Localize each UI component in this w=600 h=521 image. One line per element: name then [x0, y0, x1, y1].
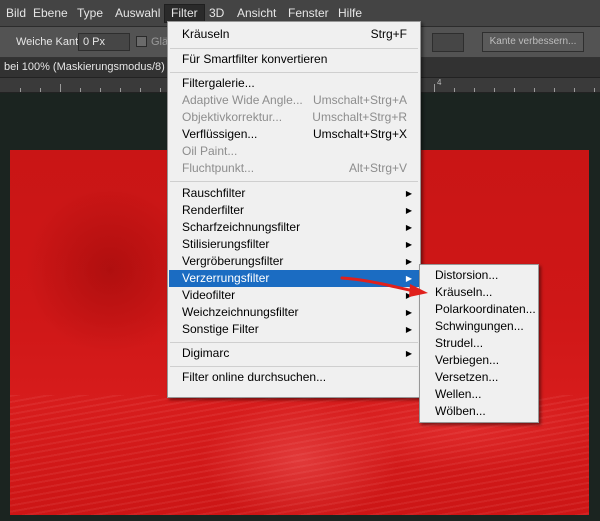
menu-item-label: Weichzeichnungsfilter [182, 305, 299, 319]
menu-item-label: Vergröberungsfilter [182, 254, 284, 268]
feather-input[interactable]: 0 Px [78, 33, 130, 51]
menu-type[interactable]: Type [71, 5, 109, 22]
menu-item-scharfzeichnungsfilter[interactable]: Scharfzeichnungsfilter ▶ [169, 219, 419, 236]
menu-item-vergroeberungsfilter[interactable]: Vergröberungsfilter ▶ [169, 253, 419, 270]
menu-item-label: Scharfzeichnungsfilter [182, 220, 301, 234]
submenu-arrow-icon: ▶ [405, 206, 412, 215]
menu-item-oil-paint[interactable]: Oil Paint... [169, 143, 419, 160]
ruler-number: 4 [437, 78, 442, 87]
menu-fenster[interactable]: Fenster [282, 5, 335, 22]
submenu-arrow-icon: ▶ [405, 325, 412, 334]
menu-item-weichzeichnungsfilter[interactable]: Weichzeichnungsfilter ▶ [169, 304, 419, 321]
submenu-item-distorsion[interactable]: Distorsion... [421, 267, 537, 284]
annotation-arrow-icon [340, 276, 428, 297]
menu-item-filter-online[interactable]: Filter online durchsuchen... [169, 369, 419, 386]
menu-item-filtergalerie[interactable]: Filtergalerie... [169, 75, 419, 92]
submenu-arrow-icon: ▶ [405, 240, 412, 249]
filter-menu: Kräuseln Strg+F Für Smartfilter konverti… [167, 21, 421, 398]
verzerrungsfilter-submenu: Distorsion... Kräuseln... Polarkoordinat… [419, 264, 539, 423]
menu-ebene[interactable]: Ebene [27, 5, 74, 22]
menu-item-label: Renderfilter [182, 203, 245, 217]
shortcut-label: Umschalt+Strg+R [312, 110, 407, 124]
submenu-arrow-icon: ▶ [405, 257, 412, 266]
menu-auswahl[interactable]: Auswahl [109, 5, 166, 22]
menu-item-label: Verflüssigen... [182, 127, 258, 141]
menu-item-label: Rauschfilter [182, 186, 246, 200]
submenu-arrow-icon: ▶ [405, 349, 412, 358]
menu-item-verfluessigen[interactable]: Verflüssigen... Umschalt+Strg+X [169, 126, 419, 143]
menu-item-label: Verzerrungsfilter [182, 271, 270, 285]
menu-item-label: Stilisierungsfilter [182, 237, 270, 251]
menu-item-label: Objektivkorrektur... [182, 110, 283, 124]
menu-item-label: Sonstige Filter [182, 322, 259, 336]
menu-item-renderfilter[interactable]: Renderfilter ▶ [169, 202, 419, 219]
refine-edge-button[interactable]: Kante verbessern... [482, 32, 584, 52]
submenu-arrow-icon: ▶ [405, 308, 412, 317]
submenu-item-polarkoordinaten[interactable]: Polarkoordinaten... [421, 301, 537, 318]
antialias-checkbox[interactable] [136, 36, 147, 47]
menu-item-label: Videofilter [182, 288, 236, 302]
menu-item-label: Fluchtpunkt... [182, 161, 255, 175]
menu-item-rauschfilter[interactable]: Rauschfilter ▶ [169, 185, 419, 202]
menu-item-digimarc[interactable]: Digimarc ▶ [169, 345, 419, 362]
menu-item-last-filter[interactable]: Kräuseln Strg+F [169, 26, 419, 43]
menu-item-label: Digimarc [182, 346, 230, 360]
shortcut-label: Umschalt+Strg+X [312, 127, 407, 141]
menu-ansicht[interactable]: Ansicht [231, 5, 282, 22]
submenu-item-woelben[interactable]: Wölben... [421, 403, 537, 420]
submenu-item-versetzen[interactable]: Versetzen... [421, 369, 537, 386]
antialias-label: Glä [151, 36, 169, 48]
document-title: bei 100% (Maskierungsmodus/8) * [4, 61, 173, 73]
feather-label: Weiche Kante: [16, 36, 88, 48]
options-field[interactable] [432, 33, 464, 52]
menu-item-label: Kräuseln [182, 27, 230, 41]
shortcut-label: Umschalt+Strg+A [312, 93, 407, 107]
menu-item-fluchtpunkt[interactable]: Fluchtpunkt... Alt+Strg+V [169, 160, 419, 177]
menu-item-stilisierungsfilter[interactable]: Stilisierungsfilter ▶ [169, 236, 419, 253]
submenu-item-kraeuseln[interactable]: Kräuseln... [421, 284, 537, 301]
submenu-arrow-icon: ▶ [405, 223, 412, 232]
shortcut-label: Strg+F [370, 27, 407, 41]
menu-3d[interactable]: 3D [203, 5, 230, 22]
menu-item-smart-filter[interactable]: Für Smartfilter konvertieren [169, 51, 419, 68]
menu-item-sonstige-filter[interactable]: Sonstige Filter ▶ [169, 321, 419, 338]
menu-hilfe[interactable]: Hilfe [332, 5, 368, 22]
shortcut-label: Alt+Strg+V [348, 161, 407, 175]
menu-item-objektivkorrektur[interactable]: Objektivkorrektur... Umschalt+Strg+R [169, 109, 419, 126]
menu-item-adaptive-wide-angle[interactable]: Adaptive Wide Angle... Umschalt+Strg+A [169, 92, 419, 109]
submenu-item-wellen[interactable]: Wellen... [421, 386, 537, 403]
menu-item-label: Adaptive Wide Angle... [182, 93, 303, 107]
submenu-item-verbiegen[interactable]: Verbiegen... [421, 352, 537, 369]
submenu-item-schwingungen[interactable]: Schwingungen... [421, 318, 537, 335]
submenu-arrow-icon: ▶ [405, 189, 412, 198]
submenu-item-strudel[interactable]: Strudel... [421, 335, 537, 352]
